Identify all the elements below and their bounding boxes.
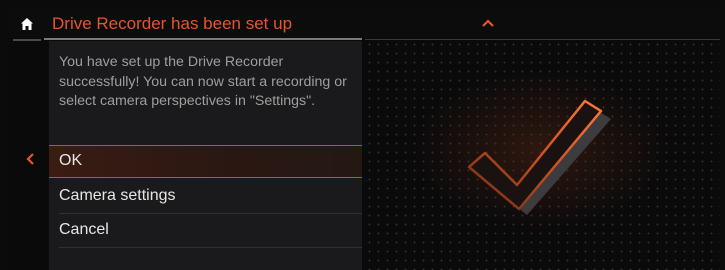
chevron-up-icon bbox=[482, 18, 494, 27]
cancel-button[interactable]: Cancel bbox=[49, 214, 362, 247]
home-button[interactable] bbox=[9, 9, 44, 38]
ok-label: OK bbox=[59, 152, 83, 169]
cancel-label: Cancel bbox=[59, 221, 109, 238]
success-illustration bbox=[365, 40, 720, 270]
home-icon bbox=[20, 17, 33, 30]
top-bar: Drive Recorder has been set up bbox=[9, 9, 720, 38]
back-button[interactable] bbox=[19, 147, 43, 171]
checkmark-icon bbox=[467, 99, 611, 215]
chevron-left-icon bbox=[26, 153, 34, 165]
ok-button[interactable]: OK bbox=[49, 145, 362, 178]
page-title: Drive Recorder has been set up bbox=[52, 14, 293, 33]
dialog-panel: You have set up the Drive Recorder succe… bbox=[49, 41, 362, 270]
option-divider bbox=[59, 247, 362, 248]
home-indicator bbox=[13, 39, 41, 41]
drive-recorder-screen: Drive Recorder has been set up You have … bbox=[9, 9, 720, 270]
camera-settings-label: Camera settings bbox=[59, 187, 176, 204]
collapse-button[interactable] bbox=[476, 15, 500, 31]
camera-settings-button[interactable]: Camera settings bbox=[49, 180, 362, 213]
dialog-message: You have set up the Drive Recorder succe… bbox=[59, 54, 347, 110]
title-divider bbox=[44, 38, 362, 40]
